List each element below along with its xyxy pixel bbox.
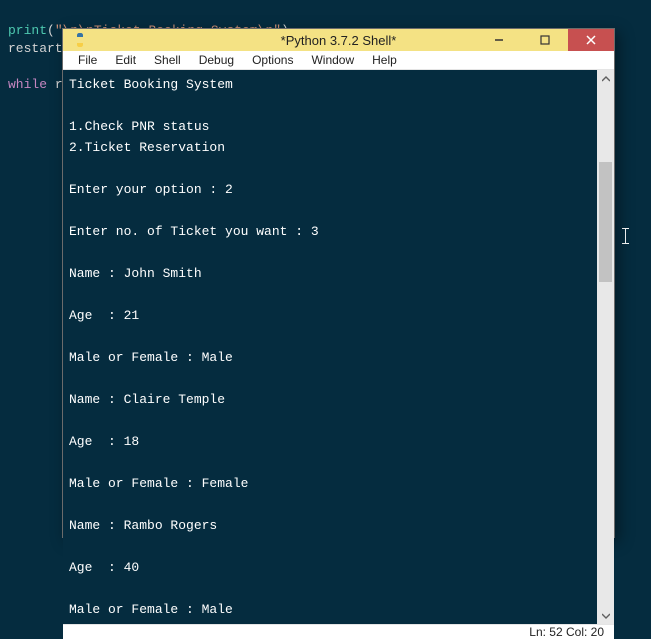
vertical-scrollbar[interactable] xyxy=(597,70,614,624)
window-titlebar[interactable]: *Python 3.7.2 Shell* xyxy=(63,29,614,51)
menu-help[interactable]: Help xyxy=(363,51,406,69)
console-output[interactable]: Ticket Booking System 1.Check PNR status… xyxy=(63,70,597,624)
menu-shell[interactable]: Shell xyxy=(145,51,190,69)
python-icon xyxy=(71,31,89,49)
cursor-position: Ln: 52 Col: 20 xyxy=(529,625,604,639)
menu-debug[interactable]: Debug xyxy=(190,51,243,69)
code-token: r xyxy=(47,77,63,92)
scroll-up-arrow[interactable] xyxy=(597,70,614,87)
scroll-thumb[interactable] xyxy=(599,162,612,282)
text-cursor xyxy=(625,228,626,244)
minimize-button[interactable] xyxy=(476,29,522,51)
scroll-down-arrow[interactable] xyxy=(597,607,614,624)
menu-options[interactable]: Options xyxy=(243,51,302,69)
console-area: Ticket Booking System 1.Check PNR status… xyxy=(63,70,614,624)
window-title: *Python 3.7.2 Shell* xyxy=(281,33,397,48)
status-bar: Ln: 52 Col: 20 xyxy=(63,624,614,639)
menu-file[interactable]: File xyxy=(69,51,106,69)
menu-edit[interactable]: Edit xyxy=(106,51,145,69)
close-button[interactable] xyxy=(568,29,614,51)
code-token: print xyxy=(8,23,47,38)
python-shell-window: *Python 3.7.2 Shell* File Edit Shell Deb… xyxy=(62,28,615,538)
scroll-track[interactable] xyxy=(597,87,614,607)
window-buttons xyxy=(476,29,614,51)
code-token: while xyxy=(8,77,47,92)
maximize-button[interactable] xyxy=(522,29,568,51)
menu-bar: File Edit Shell Debug Options Window Hel… xyxy=(63,51,614,70)
menu-window[interactable]: Window xyxy=(302,51,363,69)
code-token: restart xyxy=(8,41,63,56)
